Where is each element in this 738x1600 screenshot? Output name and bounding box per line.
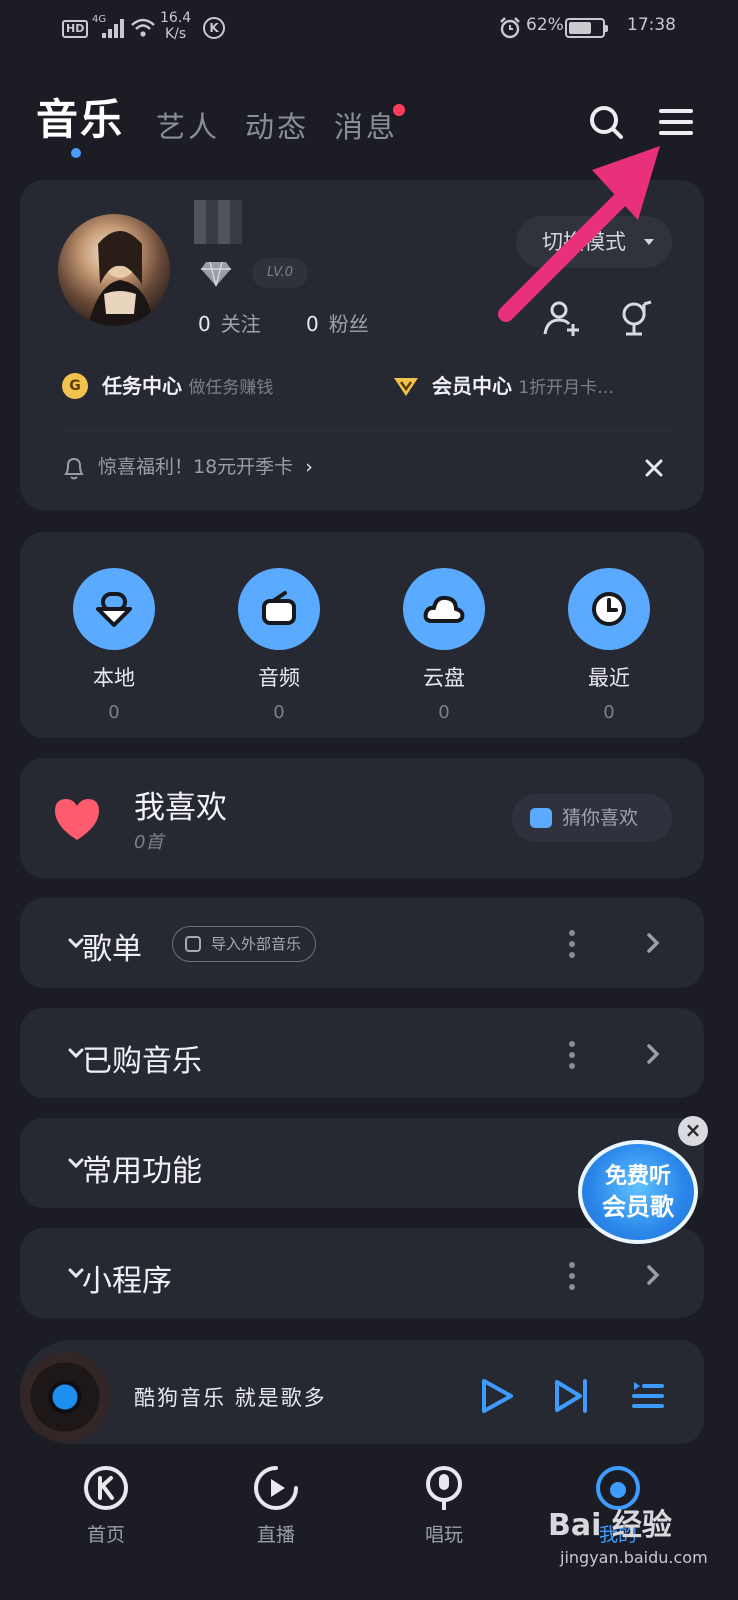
nav-home-label: 首页 bbox=[86, 1524, 125, 1546]
fans-count: 0 bbox=[306, 312, 319, 336]
task-center-link[interactable]: 任务中心 做任务赚钱 bbox=[102, 370, 273, 399]
chevron-right-icon[interactable] bbox=[646, 1264, 660, 1286]
tab-artists[interactable]: 艺人 bbox=[156, 104, 220, 146]
nav-live[interactable]: 直播 bbox=[236, 1464, 316, 1547]
favorites-title: 我喜欢 bbox=[134, 790, 227, 826]
quick-audio[interactable]: 音频 0 bbox=[238, 568, 320, 723]
baidu-watermark: Bai 经验 bbox=[548, 1508, 672, 1543]
coin-icon: G bbox=[62, 373, 88, 399]
more-icon[interactable] bbox=[569, 1262, 575, 1295]
nav-live-label: 直播 bbox=[256, 1524, 295, 1546]
tab-music[interactable]: 音乐 bbox=[36, 86, 124, 147]
quick-local-count: 0 bbox=[108, 702, 120, 723]
avatar[interactable] bbox=[58, 214, 170, 326]
following-count: 0 bbox=[198, 312, 211, 336]
more-icon[interactable] bbox=[569, 930, 575, 963]
quick-cloud-label: 云盘 bbox=[423, 666, 465, 690]
active-tab-indicator bbox=[71, 148, 81, 158]
quick-audio-count: 0 bbox=[273, 702, 285, 723]
clock: 17:38 bbox=[627, 15, 676, 35]
task-center-sub: 做任务赚钱 bbox=[188, 378, 274, 398]
playlist-icon[interactable] bbox=[628, 1376, 668, 1416]
watermark-url: jingyan.baidu.com bbox=[560, 1548, 708, 1567]
import-icon bbox=[185, 936, 201, 952]
quick-recent-label: 最近 bbox=[588, 666, 630, 690]
next-icon[interactable] bbox=[552, 1376, 592, 1416]
radio-icon bbox=[238, 568, 320, 650]
chevron-right-icon[interactable] bbox=[646, 1043, 660, 1065]
badge-line2: 会员歌 bbox=[602, 1193, 674, 1221]
guess-you-like-button[interactable]: 猜你喜欢 bbox=[512, 794, 672, 842]
nav-home[interactable]: 首页 bbox=[66, 1464, 146, 1547]
tab-messages[interactable]: 消息 bbox=[334, 104, 398, 146]
section-common-title: 常用功能 bbox=[82, 1154, 202, 1189]
divider bbox=[60, 430, 676, 431]
close-badge-icon[interactable]: × bbox=[678, 1116, 708, 1146]
annotation-arrow bbox=[498, 146, 660, 322]
chevron-right-icon: › bbox=[305, 456, 313, 478]
battery-percent: 62% bbox=[526, 15, 564, 35]
task-center-label: 任务中心 bbox=[102, 374, 182, 398]
section-mini-programs-title: 小程序 bbox=[82, 1264, 172, 1299]
vip-center-sub: 1折开月卡… bbox=[518, 378, 615, 398]
hd-indicator: HD bbox=[62, 20, 89, 38]
quick-local[interactable]: 本地 0 bbox=[73, 568, 155, 723]
message-unread-dot bbox=[393, 104, 405, 116]
quick-recent-count: 0 bbox=[603, 702, 615, 723]
wifi-icon bbox=[131, 18, 155, 37]
quick-recent[interactable]: 最近 0 bbox=[568, 568, 650, 723]
username-blurred bbox=[194, 200, 242, 244]
section-playlists-title: 歌单 bbox=[82, 932, 142, 967]
more-icon[interactable] bbox=[569, 1041, 575, 1074]
close-promo-icon[interactable] bbox=[644, 458, 664, 478]
player-song-text: 酷狗音乐 就是歌多 bbox=[134, 1386, 327, 1410]
home-k-icon bbox=[84, 1466, 128, 1510]
clock-icon bbox=[568, 568, 650, 650]
fans-stat[interactable]: 0 粉丝 bbox=[306, 308, 369, 337]
tab-feed[interactable]: 动态 bbox=[245, 104, 309, 146]
chevron-right-icon[interactable] bbox=[646, 932, 660, 954]
local-icon bbox=[73, 568, 155, 650]
live-play-icon bbox=[254, 1466, 298, 1510]
guess-you-like-label: 猜你喜欢 bbox=[562, 807, 639, 829]
mini-player[interactable] bbox=[20, 1340, 704, 1444]
status-bar: HD 4G 16.4 K/s K 62% 17:38 bbox=[0, 0, 738, 60]
vip-center-link[interactable]: 会员中心 1折开月卡… bbox=[432, 370, 614, 399]
kugou-status-icon: K bbox=[203, 17, 225, 39]
heart-icon bbox=[55, 799, 99, 840]
alarm-icon bbox=[500, 17, 520, 39]
badge-line1: 免费听 bbox=[604, 1164, 671, 1189]
vip-diamond-icon bbox=[201, 261, 231, 287]
import-music-button[interactable]: 导入外部音乐 bbox=[172, 926, 317, 962]
free-vip-songs-badge[interactable]: 免费听 会员歌 bbox=[578, 1140, 698, 1244]
nav-sing[interactable]: 唱玩 bbox=[404, 1464, 484, 1547]
favorites-count: 0首 bbox=[134, 832, 164, 853]
quick-cloud-count: 0 bbox=[438, 702, 450, 723]
mic-icon bbox=[426, 1466, 462, 1510]
quick-cloud[interactable]: 云盘 0 bbox=[403, 568, 485, 723]
promo-text: 惊喜福利！18元开季卡 bbox=[98, 456, 294, 478]
bell-icon bbox=[64, 457, 84, 480]
album-disc[interactable] bbox=[20, 1352, 110, 1442]
level-badge: LV.0 bbox=[252, 258, 308, 288]
play-icon[interactable] bbox=[476, 1376, 516, 1416]
quick-local-label: 本地 bbox=[93, 666, 135, 690]
network-speed: 16.4 K/s bbox=[160, 10, 192, 42]
following-label: 关注 bbox=[220, 312, 261, 336]
quick-audio-label: 音频 bbox=[258, 666, 300, 690]
vip-center-label: 会员中心 bbox=[432, 374, 512, 398]
vip-crown-icon bbox=[394, 378, 418, 396]
cloud-icon bbox=[403, 568, 485, 650]
import-music-label: 导入外部音乐 bbox=[211, 935, 302, 953]
guess-icon bbox=[530, 808, 552, 828]
section-purchased-title: 已购音乐 bbox=[82, 1044, 202, 1079]
promo-banner[interactable]: 惊喜福利！18元开季卡 › bbox=[98, 452, 313, 479]
battery-icon bbox=[565, 18, 608, 38]
nav-sing-label: 唱玩 bbox=[424, 1524, 463, 1546]
following-stat[interactable]: 0 关注 bbox=[198, 308, 261, 337]
fans-label: 粉丝 bbox=[328, 312, 369, 336]
signal-icon bbox=[102, 18, 128, 38]
